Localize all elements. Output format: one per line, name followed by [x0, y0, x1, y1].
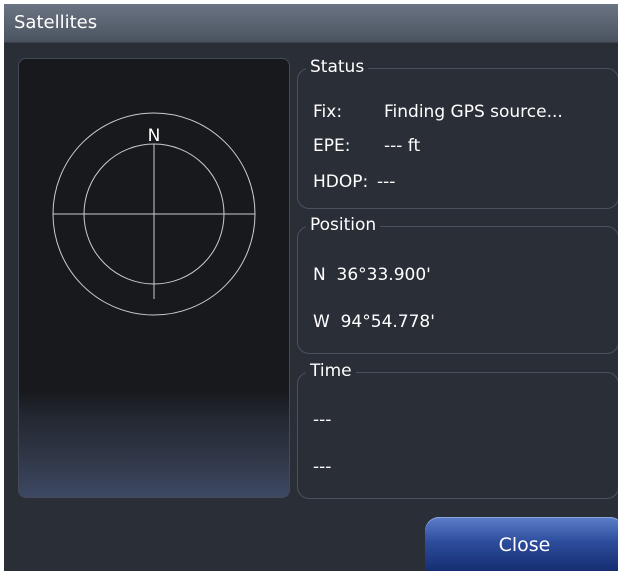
status-group: Status Fix: Finding GPS source... EPE: -…: [297, 56, 618, 209]
north-label: N: [148, 126, 161, 146]
status-title: Status: [306, 56, 369, 78]
title-bar: Satellites: [4, 4, 618, 43]
satellite-sky-view: N: [18, 58, 290, 498]
satellites-dialog: Satellites N Status Fix: Finding GPS sou…: [4, 4, 618, 571]
latitude-value: N 36°33.900': [313, 265, 431, 285]
close-button-label: Close: [498, 534, 551, 556]
time-title: Time: [306, 360, 356, 382]
hdop-label: HDOP:: [313, 172, 369, 192]
window-title: Satellites: [14, 12, 98, 33]
position-title: Position: [306, 214, 381, 236]
longitude-value: W 94°54.778': [313, 312, 435, 332]
position-group: Position N 36°33.900' W 94°54.778': [297, 214, 618, 354]
time-line-2: ---: [313, 457, 332, 477]
epe-label: EPE:: [313, 136, 351, 156]
sky-plot: N: [52, 112, 256, 316]
epe-value: --- ft: [384, 136, 421, 156]
time-group: Time --- ---: [297, 360, 618, 499]
time-line-1: ---: [313, 410, 332, 430]
fix-value: Finding GPS source...: [384, 102, 563, 122]
close-button[interactable]: Close: [425, 517, 618, 571]
fix-label: Fix:: [313, 102, 343, 122]
hdop-value: ---: [377, 172, 396, 192]
